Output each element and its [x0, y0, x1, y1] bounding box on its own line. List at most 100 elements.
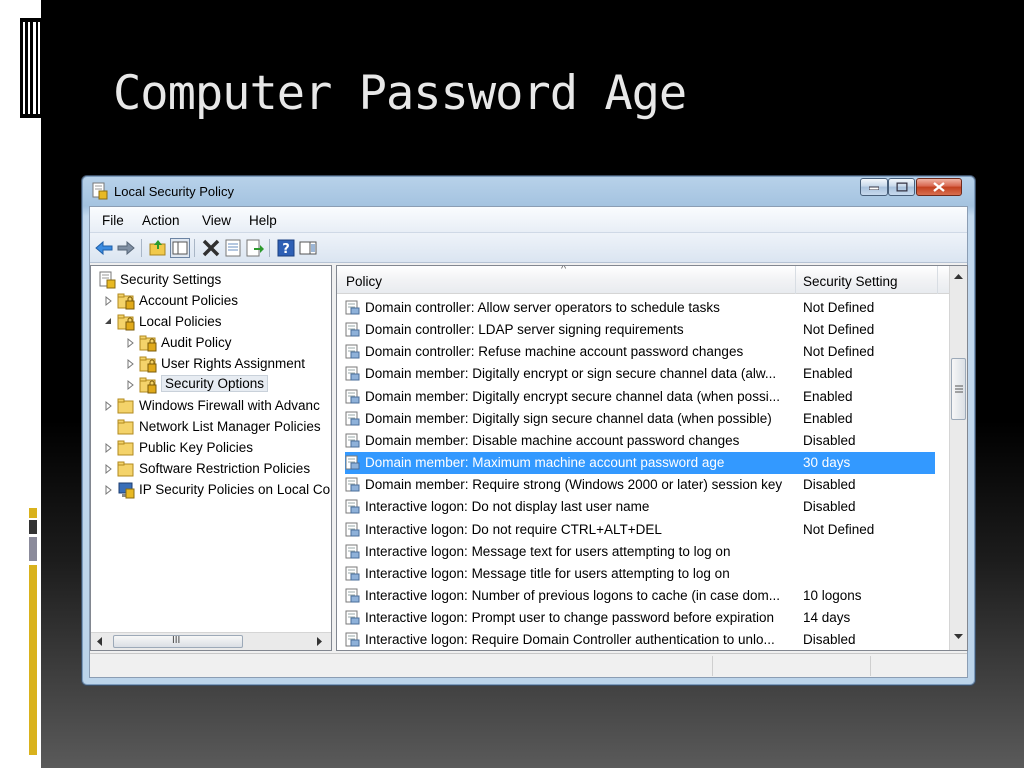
list-vertical-scrollbar[interactable] — [949, 266, 967, 650]
policy-name: Interactive logon: Number of previous lo… — [365, 587, 780, 603]
collapsed-arrow-icon[interactable] — [103, 442, 113, 454]
tree-item-ip-security-policies-on-local-co[interactable]: IP Security Policies on Local Co — [91, 480, 331, 501]
tree-item-user-rights-assignment[interactable]: User Rights Assignment — [91, 354, 331, 375]
scroll-up-arrow-icon[interactable] — [954, 274, 963, 280]
help-icon[interactable]: ? — [276, 238, 296, 258]
policy-name: Interactive logon: Message text for user… — [365, 543, 731, 559]
collapsed-arrow-icon[interactable] — [103, 400, 113, 412]
window-title: Local Security Policy — [114, 184, 234, 199]
locked-folder-icon — [139, 334, 157, 352]
policy-row[interactable]: Interactive logon: Require Domain Contro… — [337, 629, 950, 650]
column-divider[interactable] — [795, 266, 796, 294]
minimize-icon — [869, 186, 879, 190]
tree-item-account-policies[interactable]: Account Policies — [91, 291, 331, 312]
policy-icon — [345, 411, 360, 426]
forward-icon[interactable] — [116, 238, 136, 258]
tree-item-label: Software Restriction Policies — [139, 461, 311, 476]
policy-icon — [345, 344, 360, 359]
tree-item-public-key-policies[interactable]: Public Key Policies — [91, 438, 331, 459]
menu-file[interactable]: File — [102, 213, 124, 228]
show-hide-tree-icon[interactable] — [170, 238, 190, 258]
policy-name: Domain member: Require strong (Windows 2… — [365, 477, 783, 493]
scroll-left-arrow-icon[interactable] — [97, 637, 103, 646]
tree-item-security-settings[interactable]: Security Settings — [91, 270, 331, 291]
tree-item-software-restriction-policies[interactable]: Software Restriction Policies — [91, 459, 331, 480]
maximize-button[interactable] — [888, 178, 915, 196]
tree-item-security-options[interactable]: Security Options — [91, 375, 331, 396]
policy-row[interactable]: Interactive logon: Prompt user to change… — [337, 607, 950, 629]
policy-icon — [345, 455, 360, 470]
tree-item-windows-firewall-with-advanc[interactable]: Windows Firewall with Advanc — [91, 396, 331, 417]
policy-row[interactable]: Interactive logon: Message text for user… — [337, 541, 950, 563]
show-hide-action-pane-icon[interactable] — [298, 238, 318, 258]
tree-scroll-thumb[interactable]: III — [113, 635, 243, 648]
properties-icon[interactable] — [223, 238, 243, 258]
policy-row[interactable]: Domain member: Require strong (Windows 2… — [337, 474, 950, 496]
ip-security-icon — [117, 481, 135, 499]
menu-help[interactable]: Help — [249, 213, 277, 228]
expanded-arrow-icon[interactable] — [103, 316, 113, 328]
policy-setting: 10 logons — [803, 587, 862, 603]
scroll-grip-icon — [955, 385, 963, 393]
policy-row[interactable]: Domain member: Digitally encrypt secure … — [337, 386, 950, 408]
column-header-policy[interactable]: Policy — [346, 274, 382, 289]
tree-item-network-list-manager-policies[interactable]: Network List Manager Policies — [91, 417, 331, 438]
collapsed-arrow-icon[interactable] — [103, 295, 113, 307]
policy-row[interactable]: Domain member: Maximum machine account p… — [345, 452, 935, 475]
scroll-right-arrow-icon[interactable] — [317, 637, 323, 646]
policy-icon — [345, 544, 360, 559]
minimize-button[interactable] — [860, 178, 888, 196]
collapsed-arrow-icon[interactable] — [103, 463, 113, 475]
policy-row[interactable]: Interactive logon: Do not require CTRL+A… — [337, 519, 950, 541]
menu-bar: File Action View Help — [90, 207, 967, 233]
policy-row[interactable]: Domain member: Digitally sign secure cha… — [337, 408, 950, 430]
tree-item-label: Windows Firewall with Advanc — [139, 398, 320, 413]
policy-row[interactable]: Interactive logon: Number of previous lo… — [337, 585, 950, 607]
status-bar-separator — [712, 656, 713, 676]
tree-item-local-policies[interactable]: Local Policies — [91, 312, 331, 333]
list-scroll-thumb[interactable] — [951, 358, 966, 420]
svg-text:?: ? — [282, 242, 290, 257]
locked-folder-icon — [117, 292, 135, 310]
policy-name: Interactive logon: Message title for use… — [365, 565, 730, 581]
delete-icon[interactable] — [201, 238, 221, 258]
column-divider[interactable] — [937, 266, 938, 294]
tree-item-audit-policy[interactable]: Audit Policy — [91, 333, 331, 354]
policy-row[interactable]: Interactive logon: Do not display last u… — [337, 496, 950, 518]
policy-row[interactable]: Interactive logon: Message title for use… — [337, 563, 950, 585]
security-settings-icon — [98, 271, 116, 289]
policy-name: Domain member: Digitally sign secure cha… — [365, 410, 772, 426]
policy-row[interactable]: Domain controller: LDAP server signing r… — [337, 319, 950, 341]
policy-name: Interactive logon: Do not require CTRL+A… — [365, 521, 662, 537]
policy-icon — [345, 499, 360, 514]
policy-name: Domain member: Digitally encrypt or sign… — [365, 366, 777, 382]
export-list-icon[interactable] — [245, 238, 265, 258]
collapsed-arrow-icon[interactable] — [103, 484, 113, 496]
policy-row[interactable]: Domain controller: Refuse machine accoun… — [337, 341, 950, 363]
policy-name: Domain controller: Allow server operator… — [365, 300, 720, 315]
window-titlebar[interactable]: Local Security Policy — [82, 176, 975, 206]
close-button[interactable] — [916, 178, 962, 196]
back-icon[interactable] — [94, 238, 114, 258]
menu-action[interactable]: Action — [142, 213, 180, 228]
policy-row[interactable]: Domain controller: Allow server operator… — [337, 297, 950, 319]
policy-row[interactable]: Domain member: Disable machine account p… — [337, 430, 950, 452]
column-header-security-setting[interactable]: Security Setting — [803, 274, 898, 289]
locked-folder-icon — [139, 355, 157, 373]
collapsed-arrow-icon[interactable] — [125, 358, 135, 370]
up-folder-icon[interactable] — [148, 238, 168, 258]
tree-item-label: IP Security Policies on Local Co — [139, 482, 331, 497]
menu-view[interactable]: View — [202, 213, 231, 228]
scroll-down-arrow-icon[interactable] — [954, 634, 963, 640]
toolbar-separator — [269, 239, 270, 257]
policy-row[interactable]: Domain member: Digitally encrypt or sign… — [337, 363, 950, 385]
collapsed-arrow-icon[interactable] — [125, 337, 135, 349]
tree-item-label: Account Policies — [139, 293, 239, 308]
policy-setting: Disabled — [803, 477, 856, 493]
policy-setting: Enabled — [803, 388, 853, 404]
tree-horizontal-scrollbar[interactable]: III — [91, 632, 331, 650]
collapsed-arrow-icon[interactable] — [125, 379, 135, 391]
policy-icon — [345, 588, 360, 603]
policy-icon — [345, 477, 360, 492]
policy-name: Domain controller: Refuse machine accoun… — [365, 344, 744, 360]
